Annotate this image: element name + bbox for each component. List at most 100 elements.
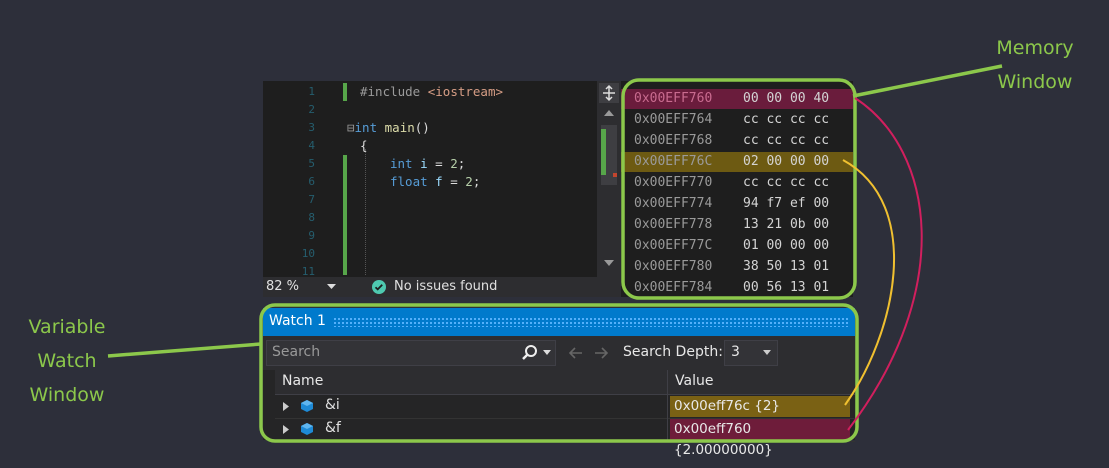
watch-name[interactable]: &i — [325, 397, 340, 413]
memory-row[interactable]: 0x00EFF768 cc cc cc cc — [621, 131, 853, 151]
memory-bytes[interactable]: 13 21 0b 00 — [743, 215, 829, 235]
line-number: 5 — [308, 157, 315, 170]
watch-row-f[interactable]: &f 0x00eff760 {2.00000000} — [275, 418, 855, 458]
scroll-change-marker — [601, 129, 606, 175]
watch-window[interactable]: Watch 1 Search Search Depth: 3 Name Valu… — [263, 308, 855, 458]
watch-value[interactable]: 0x00eff76c {2} — [670, 396, 850, 417]
watch-pointer-line — [107, 342, 262, 358]
line-number-gutter: 1 2 3 4 5 6 7 8 9 10 11 — [263, 81, 321, 278]
memory-row[interactable]: 0x00EFF760 00 00 00 40 — [621, 89, 853, 109]
value-column-header[interactable]: Value — [675, 373, 713, 389]
indent-guide — [365, 149, 366, 275]
expand-arrow-icon[interactable] — [283, 425, 289, 434]
search-depth-select[interactable]: 3 — [724, 340, 778, 366]
line-number: 6 — [308, 175, 315, 188]
memory-bytes[interactable]: 00 00 00 40 — [743, 89, 829, 109]
memory-bytes[interactable]: 38 50 13 01 — [743, 257, 829, 277]
scroll-marker — [613, 173, 617, 177]
forward-arrow-icon[interactable] — [594, 346, 610, 360]
chevron-down-icon — [763, 350, 771, 355]
memory-row[interactable]: 0x00EFF784 00 56 13 01 — [621, 278, 853, 298]
memory-address: 0x00EFF770 — [634, 175, 713, 190]
code-line-3: ⊟int main() — [347, 120, 430, 135]
memory-row[interactable]: 0x00EFF778 13 21 0b 00 — [621, 215, 853, 235]
memory-row[interactable]: 0x00EFF770 cc cc cc cc — [621, 173, 853, 193]
line-number: 9 — [308, 229, 315, 242]
split-icon — [603, 84, 615, 102]
watch-title-bar[interactable]: Watch 1 — [263, 308, 855, 336]
line-number: 3 — [308, 121, 315, 134]
memory-row[interactable]: 0x00EFF76C 02 00 00 00 — [621, 152, 853, 172]
split-button[interactable] — [599, 83, 619, 103]
back-arrow-icon[interactable] — [567, 346, 583, 360]
check-circle-icon — [372, 280, 386, 294]
memory-bytes[interactable]: cc cc cc cc — [743, 110, 829, 130]
editor-status-bar: 82 % No issues found — [263, 277, 621, 297]
collapse-icon[interactable]: ⊟ — [347, 120, 355, 135]
memory-address: 0x00EFF764 — [634, 112, 713, 127]
search-icon[interactable] — [521, 344, 539, 362]
annotation-line: Variable — [28, 316, 106, 338]
memory-window-annotation: Memory Window — [990, 31, 1080, 99]
change-marker — [343, 155, 347, 275]
memory-row[interactable]: 0x00EFF764 cc cc cc cc — [621, 110, 853, 130]
column-divider[interactable] — [667, 370, 668, 394]
memory-address: 0x00EFF768 — [634, 133, 713, 148]
memory-address: 0x00EFF780 — [634, 259, 713, 274]
memory-row[interactable]: 0x00EFF774 94 f7 ef 00 — [621, 194, 853, 214]
memory-address: 0x00EFF784 — [634, 280, 713, 295]
memory-bytes[interactable]: 00 56 13 01 — [743, 278, 829, 298]
line-number: 7 — [308, 193, 315, 206]
line-number: 1 — [308, 85, 315, 98]
memory-window[interactable]: 0x00EFF760 00 00 00 40 0x00EFF764 cc cc cc … — [621, 81, 853, 297]
expand-arrow-icon[interactable] — [283, 402, 289, 411]
watch-title: Watch 1 — [269, 313, 326, 329]
issues-status[interactable]: No issues found — [394, 279, 497, 294]
watch-window-annotation: Variable Watch Window — [20, 310, 114, 412]
memory-pointer-line — [852, 64, 1003, 98]
memory-row[interactable]: 0x00EFF780 38 50 13 01 — [621, 257, 853, 277]
line-number: 4 — [308, 139, 315, 152]
variable-icon — [301, 400, 313, 412]
column-divider — [667, 395, 668, 418]
column-divider — [667, 418, 668, 441]
watch-toolbar: Search Search Depth: 3 — [263, 336, 855, 370]
annotation-line: Window — [997, 71, 1073, 93]
code-editor[interactable]: 1 2 3 4 5 6 7 8 9 10 11 #include <iostre… — [263, 81, 621, 297]
memory-bytes[interactable]: 94 f7 ef 00 — [743, 194, 829, 214]
change-marker — [343, 83, 347, 101]
name-column-header[interactable]: Name — [282, 373, 323, 389]
memory-row[interactable]: 0x00EFF77C 01 00 00 00 — [621, 236, 853, 256]
watch-value[interactable]: 0x00eff760 {2.00000000} — [670, 419, 850, 458]
zoom-dropdown-icon[interactable] — [327, 284, 336, 290]
memory-bytes[interactable]: cc cc cc cc — [743, 173, 829, 193]
zoom-level[interactable]: 82 % — [266, 279, 299, 294]
line-number: 10 — [301, 247, 315, 260]
memory-address: 0x00EFF77C — [634, 238, 713, 253]
watch-name[interactable]: &f — [325, 420, 341, 436]
code-line-1: #include <iostream> — [360, 84, 504, 99]
search-dropdown-icon[interactable] — [543, 350, 551, 355]
annotation-line: Window — [29, 384, 105, 406]
search-box[interactable]: Search — [266, 340, 556, 366]
memory-address: 0x00EFF774 — [634, 196, 713, 211]
watch-row-i[interactable]: &i 0x00eff76c {2} — [275, 395, 855, 419]
code-line-4: { — [360, 138, 368, 153]
line-number: 2 — [308, 103, 315, 116]
editor-scrollbar[interactable] — [597, 81, 621, 277]
line-number: 8 — [308, 211, 315, 224]
search-depth-value: 3 — [731, 344, 740, 360]
f-connector-line — [847, 97, 923, 431]
scroll-up-icon[interactable] — [603, 109, 615, 117]
code-line-6: float f = 2; — [390, 174, 481, 189]
search-input[interactable]: Search — [272, 344, 320, 360]
memory-address: 0x00EFF760 — [634, 91, 713, 106]
search-depth-label: Search Depth: — [623, 344, 723, 360]
memory-address: 0x00EFF76C — [634, 154, 713, 169]
variable-icon — [301, 423, 313, 435]
scroll-down-icon[interactable] — [603, 259, 615, 267]
memory-address: 0x00EFF778 — [634, 217, 713, 232]
memory-bytes[interactable]: cc cc cc cc — [743, 131, 829, 151]
memory-bytes[interactable]: 02 00 00 00 — [743, 152, 829, 172]
memory-bytes[interactable]: 01 00 00 00 — [743, 236, 829, 256]
